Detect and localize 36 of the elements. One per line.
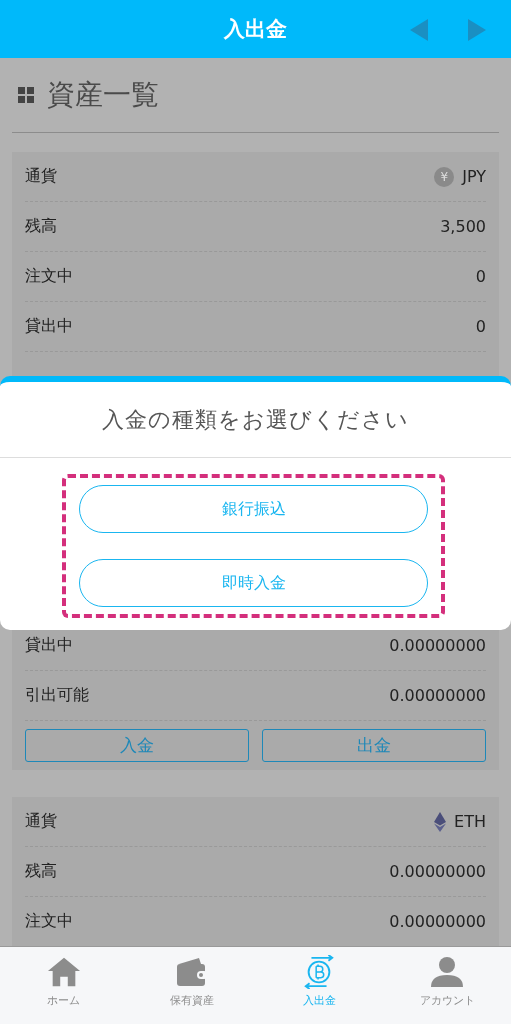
row-label: 注文中 (25, 911, 73, 932)
row-label: 残高 (25, 861, 57, 882)
nav-item[interactable]: アカウント (383, 947, 511, 1024)
row-value: JPY (462, 167, 486, 186)
nav-item[interactable]: 入出金 (255, 947, 384, 1024)
row-value: 0.00000000 (389, 862, 486, 881)
diamond-icon (434, 811, 447, 832)
house-icon (46, 955, 81, 989)
row-label: 貸出中 (25, 635, 73, 656)
next-arrow-icon[interactable] (466, 19, 486, 41)
row-value: ETH (454, 812, 486, 831)
card-button[interactable]: 入金 (25, 729, 249, 762)
nav-item[interactable]: ホーム (0, 947, 128, 1024)
header-title: 入出金 (224, 16, 287, 43)
option-button[interactable]: 即時入金 (79, 559, 428, 607)
card-button[interactable]: 出金 (262, 729, 486, 762)
grid-icon (18, 87, 34, 103)
dialog-title: 入金の種類をお選びください (0, 382, 511, 458)
previous-arrow-icon[interactable] (410, 19, 430, 41)
row-value: 0.00000000 (389, 636, 486, 655)
row-value: 0.00000000 (389, 686, 486, 705)
person-icon (430, 955, 465, 989)
row-label: 引出可能 (25, 685, 89, 706)
option-button[interactable]: 銀行振込 (79, 485, 428, 533)
row-label: 残高 (25, 216, 57, 237)
row-value: 0 (475, 317, 486, 336)
row-label: 貸出中 (25, 316, 73, 337)
row-value: 3,500 (440, 217, 486, 236)
row-value: 0.00000000 (389, 912, 486, 931)
row-label: 通貨 (25, 166, 57, 187)
row-label: 通貨 (25, 811, 57, 832)
row-value: 0 (475, 267, 486, 286)
nav-item[interactable]: 保有資産 (127, 947, 256, 1024)
row-label: 注文中 (25, 266, 73, 287)
yen-icon: ¥ (434, 166, 455, 187)
section-title: 資産一覧 (47, 77, 159, 113)
